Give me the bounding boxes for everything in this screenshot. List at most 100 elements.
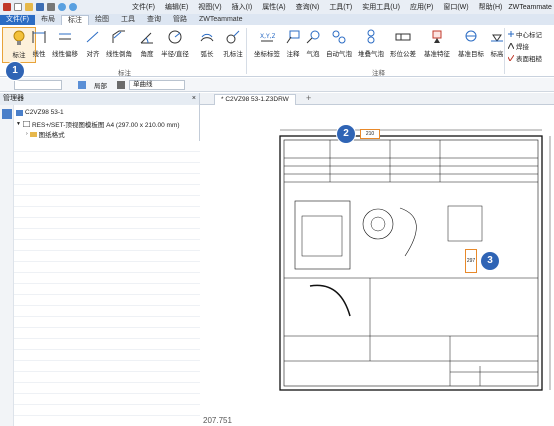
manager-panel: 管理器 × C2VZ98 53-1 ▼ RES+/SET-顶视图模板图 A4 (… (0, 93, 200, 426)
drawing-sheet (279, 129, 551, 391)
angle-label: 角度 (140, 51, 154, 58)
surface-roughness-label: 表面粗糙 (516, 56, 542, 63)
new-icon[interactable] (14, 3, 22, 11)
menu-tools[interactable]: 工具(T) (329, 2, 352, 12)
menu-window[interactable]: 窗口(W) (443, 2, 468, 12)
layer-color-icon[interactable] (78, 80, 86, 89)
aligned-dim-icon (86, 31, 99, 43)
surface-roughness-button[interactable]: 表面粗糙 (508, 53, 542, 63)
linear-chamfer-label: 线性倒角 (106, 51, 132, 58)
balloon-label: 气泡 (306, 51, 320, 58)
close-icon[interactable]: × (192, 93, 199, 105)
document-tab[interactable]: * C2VZ98 53-1.Z3DRW (214, 94, 296, 105)
ribbon-panel: 标注 线性 线性偏移 对齐 线性倒角 角度 半径/直径 弧长 孔标注 X,Y,Z… (0, 25, 554, 77)
undo-icon[interactable] (58, 3, 66, 11)
tree-sheet-format-label: 图纸格式 (38, 132, 65, 139)
auto-balloon-icon (332, 30, 346, 44)
tab-layout[interactable]: 布局 (35, 15, 61, 25)
open-icon[interactable] (25, 3, 33, 11)
right-dimension-highlight[interactable]: 297 (465, 249, 477, 273)
folder-icon (29, 132, 37, 137)
menu-apps[interactable]: 应用(P) (410, 2, 433, 12)
tolerance-icon (395, 33, 411, 41)
layer-combo[interactable] (14, 79, 62, 90)
menu-help[interactable]: 帮助(H) (479, 2, 503, 12)
tab-file[interactable]: 文件(F) (0, 15, 35, 25)
tree-root[interactable]: C2VZ98 53-1 (16, 109, 64, 116)
linear-button-label: 线性 (32, 51, 46, 58)
linetype-icon (117, 80, 125, 89)
property-bar: 局部 单曲线 (0, 78, 554, 92)
linear-offset-label: 线性偏移 (52, 51, 78, 58)
app-icon[interactable] (3, 3, 11, 11)
datum-target-icon (465, 30, 477, 42)
radius-diameter-button[interactable]: 半径/直径 (158, 27, 192, 63)
hole-dim-button[interactable]: 孔标注 (216, 27, 250, 63)
scope-label[interactable]: 局部 (94, 80, 107, 90)
tab-piping[interactable]: 管路 (167, 15, 193, 25)
menu-utilities[interactable]: 实用工具(U) (362, 2, 400, 12)
tab-tools[interactable]: 工具 (115, 15, 141, 25)
manager-header: 管理器 × (0, 93, 199, 105)
document-tab-bar: * C2VZ98 53-1.Z3DRW + (200, 93, 554, 105)
hole-dim-label: 孔标注 (223, 51, 243, 58)
tab-annotate[interactable]: 标注 (60, 15, 89, 25)
auto-balloon-label: 自动气泡 (326, 51, 352, 58)
manager-title: 管理器 (3, 95, 24, 102)
ribbon-tabs: 文件(F) 布局 标注 绘图 工具 查询 管路 ZWTeammate (0, 14, 554, 25)
center-mark-icon (508, 31, 514, 37)
balloon-icon (306, 30, 320, 44)
aligned-label: 对齐 (86, 51, 100, 58)
drawing-canvas[interactable]: 210 297 (200, 106, 554, 426)
ribbon-separator (246, 28, 247, 74)
tree-sheet-format[interactable]: › 图纸格式 (26, 129, 65, 139)
datum-feature-button[interactable]: 基准特征 (420, 27, 454, 63)
document-icon (16, 109, 23, 116)
chamfer-dim-icon (112, 30, 125, 43)
menu-attribute[interactable]: 属性(A) (262, 2, 285, 12)
new-tab-icon[interactable]: + (306, 93, 311, 103)
elevation-icon (491, 34, 503, 42)
weld-button[interactable]: 焊接 (508, 41, 529, 51)
expand-icon[interactable]: ▼ (16, 121, 21, 127)
roughness-icon (508, 55, 514, 61)
menu-insert[interactable]: 插入(I) (232, 2, 253, 12)
menu-view[interactable]: 视图(V) (198, 2, 221, 12)
ribbon-separator (504, 28, 505, 74)
manager-icon[interactable] (2, 109, 12, 119)
tab-draw[interactable]: 绘图 (89, 15, 115, 25)
redo-icon[interactable] (69, 3, 77, 11)
weld-icon (508, 43, 514, 49)
angle-dim-icon (140, 32, 153, 44)
annotation-group-label: 注释 (372, 70, 385, 77)
svg-text:X,Y,Z: X,Y,Z (260, 33, 275, 40)
radius-diameter-label: 半径/直径 (161, 51, 189, 58)
menu-query[interactable]: 查询(N) (296, 2, 320, 12)
marker-1: 1 (6, 62, 24, 80)
tab-query[interactable]: 查询 (141, 15, 167, 25)
linetype-combo[interactable]: 单曲线 (129, 79, 185, 90)
geometric-tolerance-button[interactable]: 形位公差 (386, 27, 420, 63)
marker-2: 2 (337, 125, 355, 143)
auto-balloon-button[interactable]: 自动气泡 (322, 27, 356, 63)
arc-length-icon (200, 33, 214, 42)
tree-list-area (14, 141, 200, 426)
arc-length-label: 弧长 (200, 51, 214, 58)
stacked-balloon-icon (367, 29, 375, 44)
stacked-balloon-button[interactable]: 堆叠气泡 (354, 27, 388, 63)
menu-edit[interactable]: 编辑(E) (165, 2, 188, 12)
tab-zwteammate[interactable]: ZWTeammate (193, 15, 249, 25)
save-icon[interactable] (36, 3, 44, 11)
print-icon[interactable] (47, 3, 55, 11)
tree-sheet[interactable]: ▼ RES+/SET-顶视图模板图 A4 (297.00 x 210.00 mm… (16, 119, 180, 129)
sheet-icon (22, 121, 30, 127)
dimension-group-label: 标注 (118, 70, 131, 77)
datum-feature-icon (432, 30, 442, 43)
center-mark-button[interactable]: 中心标记 (508, 29, 542, 39)
linear-dim-icon (32, 31, 46, 43)
xyz-icon: X,Y,Z (260, 33, 275, 42)
collapse-icon[interactable]: › (26, 131, 28, 137)
menu-file[interactable]: 文件(F) (132, 2, 155, 12)
top-dimension-highlight[interactable]: 210 (360, 129, 380, 139)
linear-offset-icon (59, 33, 71, 40)
